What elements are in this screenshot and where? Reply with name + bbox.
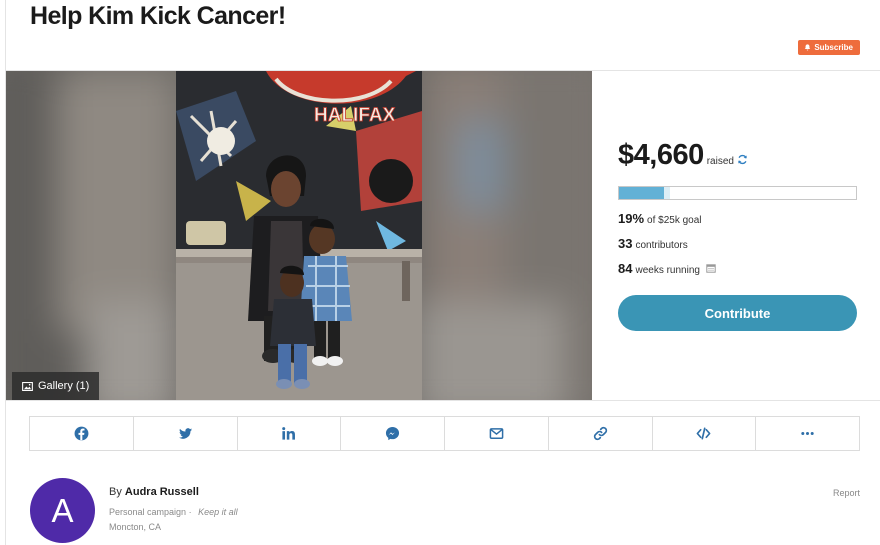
funding-type: Keep it all <box>198 507 238 517</box>
gallery-label: Gallery (1) <box>38 380 90 392</box>
organizer-byline: By Audra Russell <box>109 486 199 498</box>
share-twitter-button[interactable] <box>134 417 238 450</box>
gallery-button[interactable]: Gallery (1) <box>12 372 100 400</box>
organizer-name[interactable]: Audra Russell <box>125 486 199 498</box>
meta-separator: · <box>188 507 192 517</box>
section-divider <box>6 400 880 401</box>
contribute-button[interactable]: Contribute <box>618 295 857 331</box>
progress-bar <box>618 186 857 200</box>
messenger-icon <box>386 426 400 441</box>
funding-stats-panel: $4,660 raised 19% of $25k goal 33 contri… <box>592 70 880 400</box>
embed-button[interactable] <box>653 417 757 450</box>
email-icon <box>489 428 504 439</box>
facebook-icon <box>74 426 89 441</box>
refresh-icon[interactable] <box>737 154 748 165</box>
goal-percent: 19% <box>618 211 645 226</box>
amount-value: $4,660 <box>618 139 704 171</box>
share-facebook-button[interactable] <box>30 417 134 450</box>
share-email-button[interactable] <box>445 417 549 450</box>
twitter-icon <box>178 428 192 439</box>
more-icon <box>801 432 814 435</box>
contributors-count: 33 <box>618 236 633 251</box>
raised-text: raised <box>706 156 734 167</box>
campaign-title: Help Kim Kick Cancer! <box>30 2 286 30</box>
organizer-location: Moncton, CA <box>109 522 162 532</box>
copy-link-button[interactable] <box>549 417 653 450</box>
calendar-icon <box>706 264 716 273</box>
amount-raised: $4,660 raised <box>618 139 748 172</box>
link-icon <box>593 426 607 441</box>
goal-label: of $25k goal <box>647 215 702 226</box>
subscribe-button[interactable]: Subscribe <box>798 40 860 55</box>
raised-label: raised <box>707 154 748 167</box>
embed-icon <box>696 427 711 440</box>
share-messenger-button[interactable] <box>341 417 445 450</box>
weeks-label: weeks running <box>635 265 700 276</box>
contributors-stat: 33 contributors <box>618 236 688 251</box>
organizer-avatar[interactable]: A <box>30 478 95 543</box>
image-icon <box>22 381 33 391</box>
progress-fill <box>619 187 665 199</box>
contributors-label: contributors <box>635 240 688 251</box>
campaign-type: Personal campaign <box>109 507 187 517</box>
linkedin-icon <box>282 427 296 440</box>
by-label: By <box>109 486 122 498</box>
weeks-count: 84 <box>618 261 633 276</box>
campaign-hero: HALIFAX Gallery (1) <box>6 70 592 400</box>
campaign-photo: HALIFAX <box>176 71 422 400</box>
weeks-stat: 84 weeks running <box>618 261 716 276</box>
more-options-button[interactable] <box>756 417 859 450</box>
bell-icon <box>805 44 811 51</box>
share-linkedin-button[interactable] <box>238 417 342 450</box>
share-bar <box>29 416 860 451</box>
subscribe-label: Subscribe <box>814 43 853 52</box>
report-link[interactable]: Report <box>833 488 860 498</box>
progress-edge <box>664 187 671 199</box>
campaign-meta: Personal campaign · Keep it all <box>109 507 238 517</box>
mural-text: HALIFAX <box>314 105 396 126</box>
goal-stat: 19% of $25k goal <box>618 211 702 226</box>
